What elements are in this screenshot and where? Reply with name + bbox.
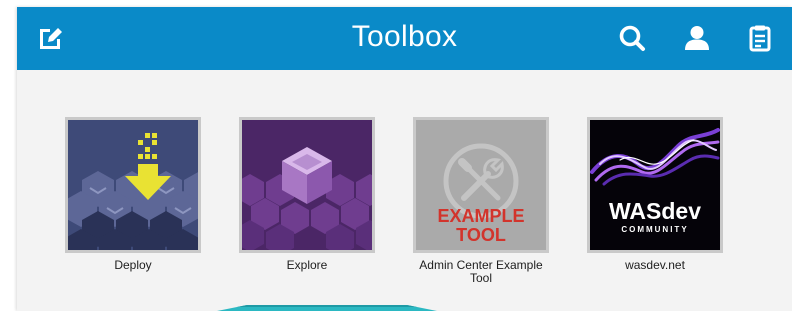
example-tile-text-1: EXAMPLE — [437, 206, 524, 226]
tool-label: wasdev.net — [625, 258, 685, 272]
explore-tile — [239, 117, 375, 253]
user-icon — [682, 23, 712, 53]
deploy-tile — [65, 117, 201, 253]
tool-label: Explore — [286, 258, 328, 272]
example-tool-tile: EXAMPLE TOOL — [413, 117, 549, 253]
wasdev-illustration: WASdev COMMUNITY — [590, 120, 720, 250]
toolbox-panel: Toolbox Deploy Explore EXAMPLE TOOL Admi… — [17, 7, 792, 311]
page-title: Toolbox — [351, 20, 458, 53]
wasdev-logo-text: WASdev — [609, 198, 701, 224]
example-tile-text-2: TOOL — [456, 225, 506, 245]
clipboard-button[interactable] — [744, 22, 776, 54]
tool-deploy[interactable]: Deploy — [65, 117, 201, 272]
wasdev-tile: WASdev COMMUNITY — [587, 117, 723, 253]
deploy-illustration — [68, 120, 198, 250]
toolbox-header: Toolbox — [17, 7, 792, 70]
tool-explore[interactable]: Explore — [239, 117, 375, 272]
search-button[interactable] — [616, 22, 648, 54]
tool-label: Admin Center Example Tool — [419, 258, 543, 285]
example-tool-illustration: EXAMPLE TOOL — [416, 120, 546, 250]
footer-decoration — [217, 305, 437, 311]
tool-admin-center-example[interactable]: EXAMPLE TOOL Admin Center Example Tool — [413, 117, 549, 285]
explore-illustration — [242, 120, 372, 250]
tool-wasdev[interactable]: WASdev COMMUNITY wasdev.net — [587, 117, 723, 272]
user-button[interactable] — [681, 22, 713, 54]
tool-label: Deploy — [114, 258, 152, 272]
clipboard-icon — [745, 23, 775, 53]
window-frame: Toolbox Deploy Explore EXAMPLE TOOL Admi… — [0, 0, 792, 311]
search-icon — [617, 23, 647, 53]
wasdev-community-text: COMMUNITY — [621, 225, 688, 234]
